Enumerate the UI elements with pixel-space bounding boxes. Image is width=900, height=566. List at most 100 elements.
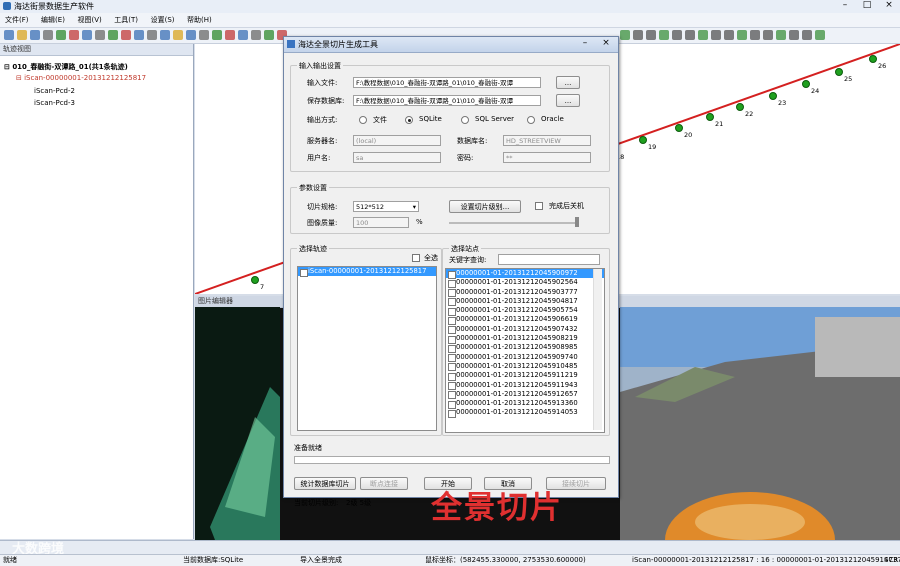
toolbar-tool-icon[interactable] — [264, 30, 274, 40]
password-field[interactable]: ** — [503, 152, 591, 163]
dbname-field[interactable]: HD_STREETVIEW — [503, 135, 591, 146]
toolbar-tool-icon[interactable] — [134, 30, 144, 40]
station-marker[interactable] — [251, 276, 259, 284]
toolbar-nav-icon[interactable] — [659, 30, 669, 40]
dialog-close-icon[interactable]: × — [595, 38, 617, 50]
station-marker[interactable] — [675, 124, 683, 132]
toolbar-nav-icon[interactable] — [646, 30, 656, 40]
keyword-input[interactable] — [498, 254, 600, 265]
station-list-item[interactable]: 00000001-01-20131212045908219 — [446, 334, 604, 344]
toolbar-tool-icon[interactable] — [95, 30, 105, 40]
tile-size-select[interactable]: 512*512 ▾ — [353, 201, 419, 212]
disconnect-button[interactable]: 断点连接 — [360, 477, 408, 490]
station-item-checkbox[interactable] — [448, 270, 456, 279]
station-list-item[interactable]: 00000001-01-20131212045911943 — [446, 381, 604, 391]
station-item-checkbox[interactable] — [448, 279, 456, 288]
toolbar-nav-icon[interactable] — [763, 30, 773, 40]
toolbar-nav-icon[interactable] — [789, 30, 799, 40]
station-item-checkbox[interactable] — [448, 409, 456, 418]
menu-view[interactable]: 视图(V) — [72, 13, 106, 27]
toolbar-tool-icon[interactable] — [186, 30, 196, 40]
station-list-item[interactable]: 00000001-01-20131212045903777 — [446, 288, 604, 298]
toolbar-tool-icon[interactable] — [199, 30, 209, 40]
station-item-checkbox[interactable] — [448, 372, 456, 381]
quality-slider-thumb[interactable] — [575, 217, 579, 227]
station-marker[interactable] — [835, 68, 843, 76]
dialog-minimize-icon[interactable]: – — [574, 38, 596, 50]
tree-root[interactable]: ⊟ 010_春融街-双谭路_01(共1条轨迹) — [4, 62, 128, 72]
station-marker[interactable] — [736, 103, 744, 111]
station-list-item[interactable]: 00000001-01-20131212045907432 — [446, 325, 604, 335]
close-icon[interactable]: × — [878, 0, 900, 12]
mode-oracle-radio[interactable] — [527, 116, 535, 124]
station-marker[interactable] — [706, 113, 714, 121]
station-marker[interactable] — [869, 55, 877, 63]
toolbar-nav-icon[interactable] — [711, 30, 721, 40]
station-item-checkbox[interactable] — [448, 344, 456, 353]
station-list-item[interactable]: 00000001-01-20131212045905754 — [446, 306, 604, 316]
station-item-checkbox[interactable] — [448, 335, 456, 344]
maximize-icon[interactable]: □ — [856, 0, 878, 12]
station-item-checkbox[interactable] — [448, 326, 456, 335]
toolbar-tool-icon[interactable] — [173, 30, 183, 40]
toolbar-nav-icon[interactable] — [633, 30, 643, 40]
menu-tools[interactable]: 工具(T) — [109, 13, 143, 27]
station-list-item[interactable]: 00000001-01-20131212045909740 — [446, 353, 604, 363]
select-all-checkbox[interactable] — [412, 254, 420, 262]
tree-child-2[interactable]: iScan-Pcd-3 — [34, 99, 75, 107]
station-item-checkbox[interactable] — [448, 307, 456, 316]
toolbar-nav-icon[interactable] — [685, 30, 695, 40]
toolbar-tool-icon[interactable] — [56, 30, 66, 40]
tree-track[interactable]: ⊟ iScan-00000001-20131212125817 — [16, 74, 146, 82]
station-item-checkbox[interactable] — [448, 289, 456, 298]
toolbar-nav-icon[interactable] — [698, 30, 708, 40]
toolbar-tool-icon[interactable] — [225, 30, 235, 40]
station-item-checkbox[interactable] — [448, 298, 456, 307]
user-field[interactable]: sa — [353, 152, 441, 163]
minimize-icon[interactable]: – — [834, 0, 856, 12]
station-item-checkbox[interactable] — [448, 316, 456, 325]
station-list-item[interactable]: 00000001-01-20131212045910485 — [446, 362, 604, 372]
tile-level-button[interactable]: 设置切片级别... — [449, 200, 521, 213]
toolbar-tool-icon[interactable] — [108, 30, 118, 40]
toolbar-tool-icon[interactable] — [251, 30, 261, 40]
toolbar-nav-icon[interactable] — [620, 30, 630, 40]
station-item-checkbox[interactable] — [448, 391, 456, 400]
server-field[interactable]: (local) — [353, 135, 441, 146]
station-item-checkbox[interactable] — [448, 354, 456, 363]
input-file-browse-button[interactable]: ... — [556, 76, 580, 89]
toolbar-tool-icon[interactable] — [82, 30, 92, 40]
toolbar-tool-icon[interactable] — [17, 30, 27, 40]
menu-help[interactable]: 帮助(H) — [182, 13, 217, 27]
menu-file[interactable]: 文件(F) — [0, 13, 34, 27]
toolbar-tool-icon[interactable] — [4, 30, 14, 40]
stats-db-tiles-button[interactable]: 统计数据库切片 — [294, 477, 356, 490]
toolbar-nav-icon[interactable] — [776, 30, 786, 40]
input-file-field[interactable]: F:\教程数据\010_春融街-双谭路_01\010_春融街-双谭 — [353, 77, 541, 88]
toolbar-tool-icon[interactable] — [160, 30, 170, 40]
toolbar-nav-icon[interactable] — [750, 30, 760, 40]
output-db-browse-button[interactable]: ... — [556, 94, 580, 107]
toolbar-nav-icon[interactable] — [802, 30, 812, 40]
toolbar-tool-icon[interactable] — [238, 30, 248, 40]
mode-sqlite-radio[interactable] — [405, 116, 413, 124]
track-item-checkbox[interactable] — [300, 268, 308, 277]
menu-settings[interactable]: 设置(S) — [146, 13, 180, 27]
station-list-item[interactable]: 00000001-01-20131212045902564 — [446, 278, 604, 288]
quality-field[interactable]: 100 — [353, 217, 409, 228]
station-list-item[interactable]: 00000001-01-20131212045906619 — [446, 315, 604, 325]
tree-child-1[interactable]: iScan-Pcd-2 — [34, 87, 75, 95]
output-db-field[interactable]: F:\教程数据\010_春融街-双谭路_01\010_春融街-双谭 — [353, 95, 541, 106]
track-list-item[interactable]: iScan-00000001-20131212125817 — [298, 267, 436, 277]
toolbar-tool-icon[interactable] — [43, 30, 53, 40]
station-marker[interactable] — [769, 92, 777, 100]
station-list-item[interactable]: 00000001-01-20131212045900972 — [446, 269, 604, 279]
station-item-checkbox[interactable] — [448, 382, 456, 391]
toolbar-nav-icon[interactable] — [815, 30, 825, 40]
station-item-checkbox[interactable] — [448, 363, 456, 372]
toolbar-tool-icon[interactable] — [121, 30, 131, 40]
toolbar-nav-icon[interactable] — [737, 30, 747, 40]
mode-file-radio[interactable] — [359, 116, 367, 124]
toolbar-tool-icon[interactable] — [212, 30, 222, 40]
toolbar-nav-icon[interactable] — [672, 30, 682, 40]
